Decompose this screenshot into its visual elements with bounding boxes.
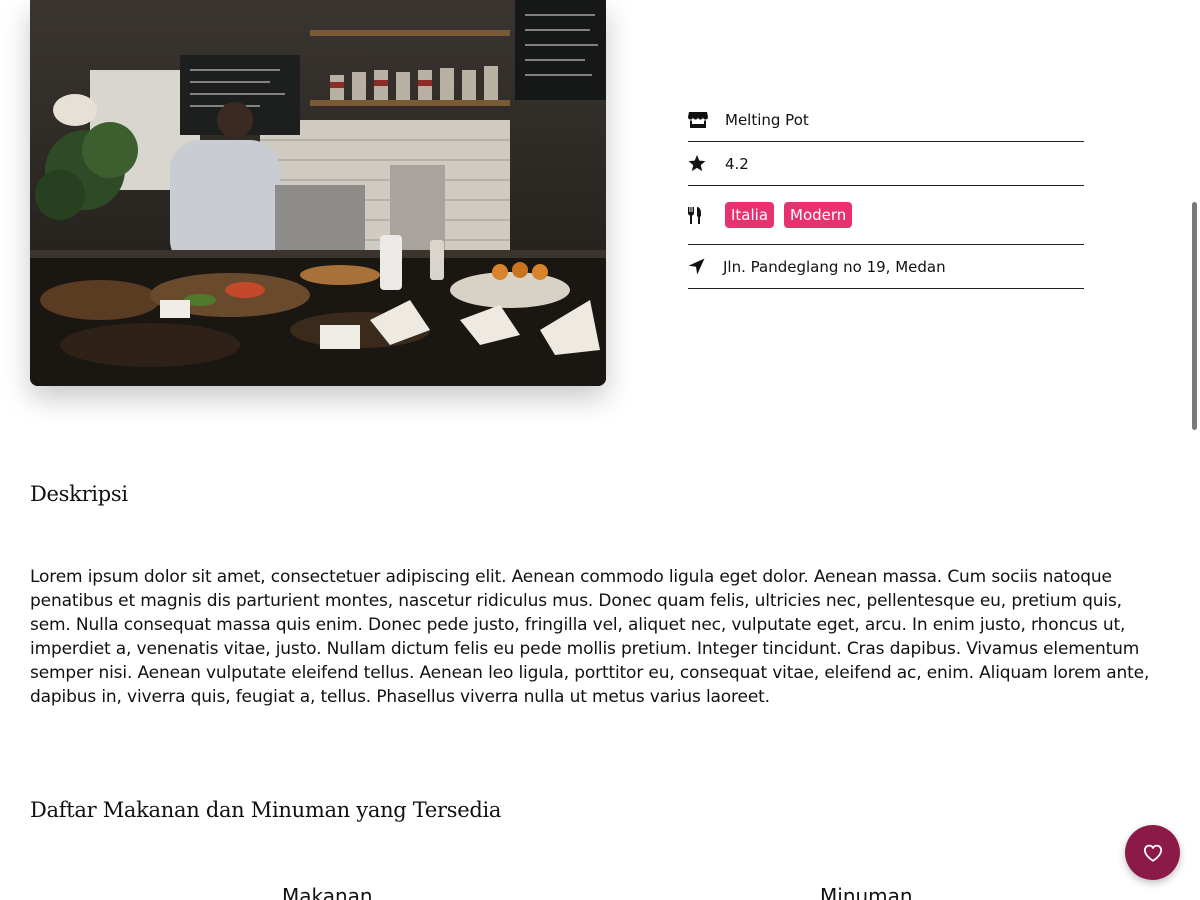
restaurant-name: Melting Pot [725, 110, 809, 129]
store-icon [688, 110, 710, 130]
cafe-interior-illustration [30, 0, 606, 386]
restaurant-rating-row: 4.2 [688, 142, 1084, 186]
location-arrow-icon [688, 257, 710, 277]
heart-outline-icon [1143, 844, 1163, 862]
scrollbar-thumb[interactable] [1192, 202, 1197, 430]
restaurant-address: Jln. Pandeglang no 19, Medan [723, 257, 946, 276]
restaurant-info-list: Melting Pot 4.2 Italia Modern Jln. Pande… [688, 98, 1084, 289]
description-text: Lorem ipsum dolor sit amet, consectetuer… [30, 567, 1150, 707]
menu-list-heading: Daftar Makanan dan Minuman yang Tersedia [30, 798, 502, 822]
restaurant-photo [30, 0, 606, 386]
restaurant-name-row: Melting Pot [688, 98, 1084, 142]
restaurant-detail-page: Melting Pot 4.2 Italia Modern Jln. Pande… [0, 0, 1200, 900]
restaurant-rating: 4.2 [725, 154, 749, 173]
drink-column-heading: Minuman [820, 884, 913, 900]
description-heading: Deskripsi [30, 482, 128, 506]
category-tag-modern[interactable]: Modern [784, 202, 853, 228]
food-column-heading: Makanan [282, 884, 373, 900]
star-icon [688, 154, 710, 174]
restaurant-address-row: Jln. Pandeglang no 19, Medan [688, 245, 1084, 289]
restaurant-category-row: Italia Modern [688, 186, 1084, 245]
category-tag-italia[interactable]: Italia [725, 202, 775, 228]
page-scrollbar[interactable] [1190, 0, 1200, 900]
utensils-icon [688, 205, 710, 225]
favorite-button[interactable] [1125, 825, 1180, 880]
